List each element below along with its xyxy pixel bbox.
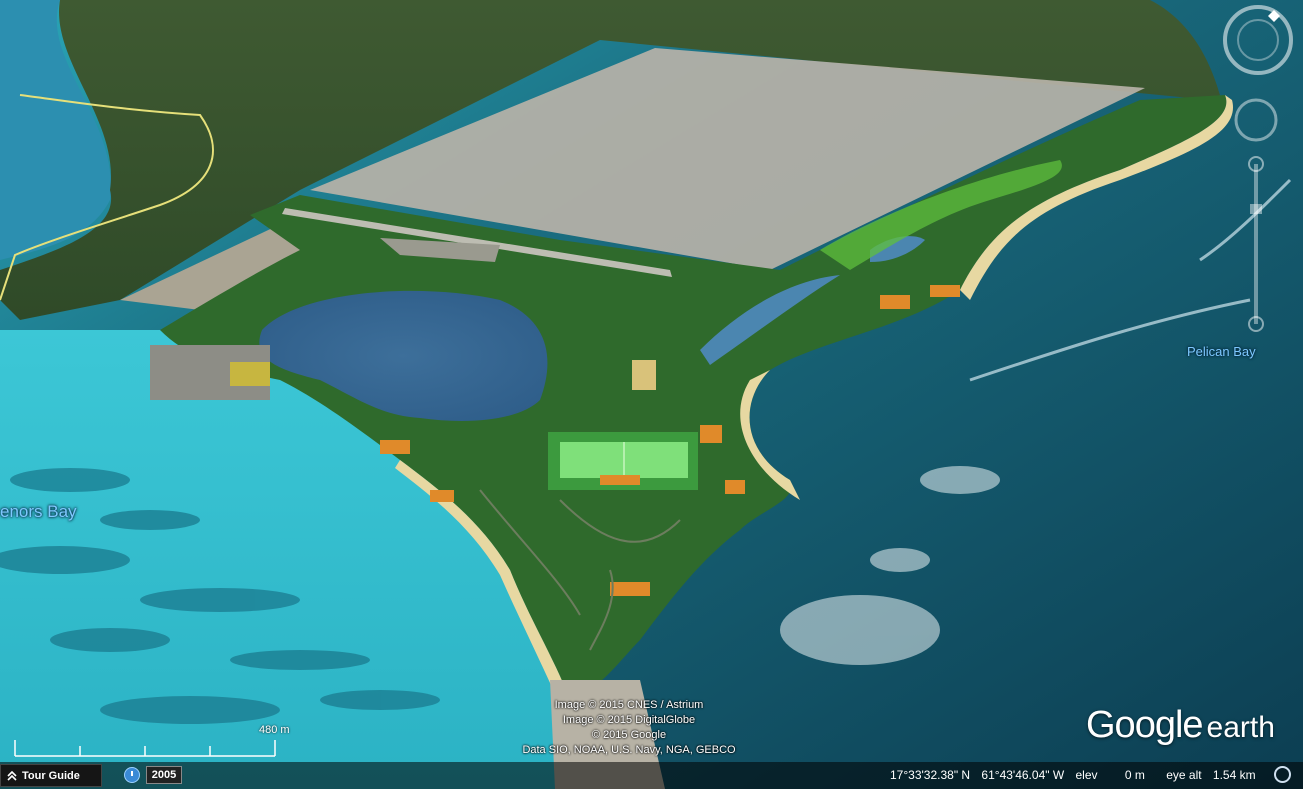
scale-bar bbox=[14, 740, 276, 757]
imagery-attribution: Image © 2015 CNES / Astrium Image © 2015… bbox=[519, 698, 739, 758]
eye-alt-value: 1.54 km bbox=[1212, 768, 1256, 782]
logo-google: Google bbox=[1086, 704, 1204, 746]
chevron-up-icon bbox=[7, 770, 17, 781]
scale-label: 480 m bbox=[259, 724, 290, 736]
look-around-ring[interactable] bbox=[1223, 5, 1293, 75]
logo-earth: earth bbox=[1206, 711, 1275, 744]
map-viewport[interactable]: Pelican Bay enors Bay 480 m Image © 2015… bbox=[0, 0, 1303, 789]
google-earth-logo: Google earth bbox=[1086, 704, 1275, 747]
satellite-imagery[interactable] bbox=[0, 0, 1303, 789]
eye-alt-label: eye alt bbox=[1166, 768, 1202, 782]
clock-icon[interactable] bbox=[124, 767, 140, 783]
elev-label: elev bbox=[1075, 768, 1098, 782]
status-bar: Tour Guide 2005 17°33'32.38" N 61°43'46.… bbox=[0, 762, 1303, 789]
tour-guide-button[interactable]: Tour Guide bbox=[0, 764, 102, 787]
longitude-value: 61°43'46.04" W bbox=[981, 768, 1065, 782]
navigation-controls[interactable] bbox=[1218, 4, 1300, 364]
historical-imagery-year[interactable]: 2005 bbox=[146, 766, 182, 784]
latitude-value: 17°33'32.38" N bbox=[890, 768, 971, 782]
attribution-line: Image © 2015 CNES / Astrium bbox=[554, 699, 704, 711]
attribution-line: Data SIO, NOAA, U.S. Navy, NGA, GEBCO bbox=[522, 744, 736, 756]
attribution-line: © 2015 Google bbox=[591, 729, 667, 741]
position-readout: 17°33'32.38" N 61°43'46.04" W elev 0 m e… bbox=[890, 768, 1256, 782]
zoom-slider[interactable] bbox=[1248, 156, 1264, 332]
place-label-tenors-bay[interactable]: enors Bay bbox=[0, 502, 77, 522]
elev-value: 0 m bbox=[1124, 768, 1145, 782]
circle-icon[interactable] bbox=[1274, 766, 1291, 783]
attribution-line: Image © 2015 DigitalGlobe bbox=[562, 714, 696, 726]
move-ring[interactable] bbox=[1234, 98, 1278, 142]
tour-guide-label: Tour Guide bbox=[22, 769, 80, 782]
